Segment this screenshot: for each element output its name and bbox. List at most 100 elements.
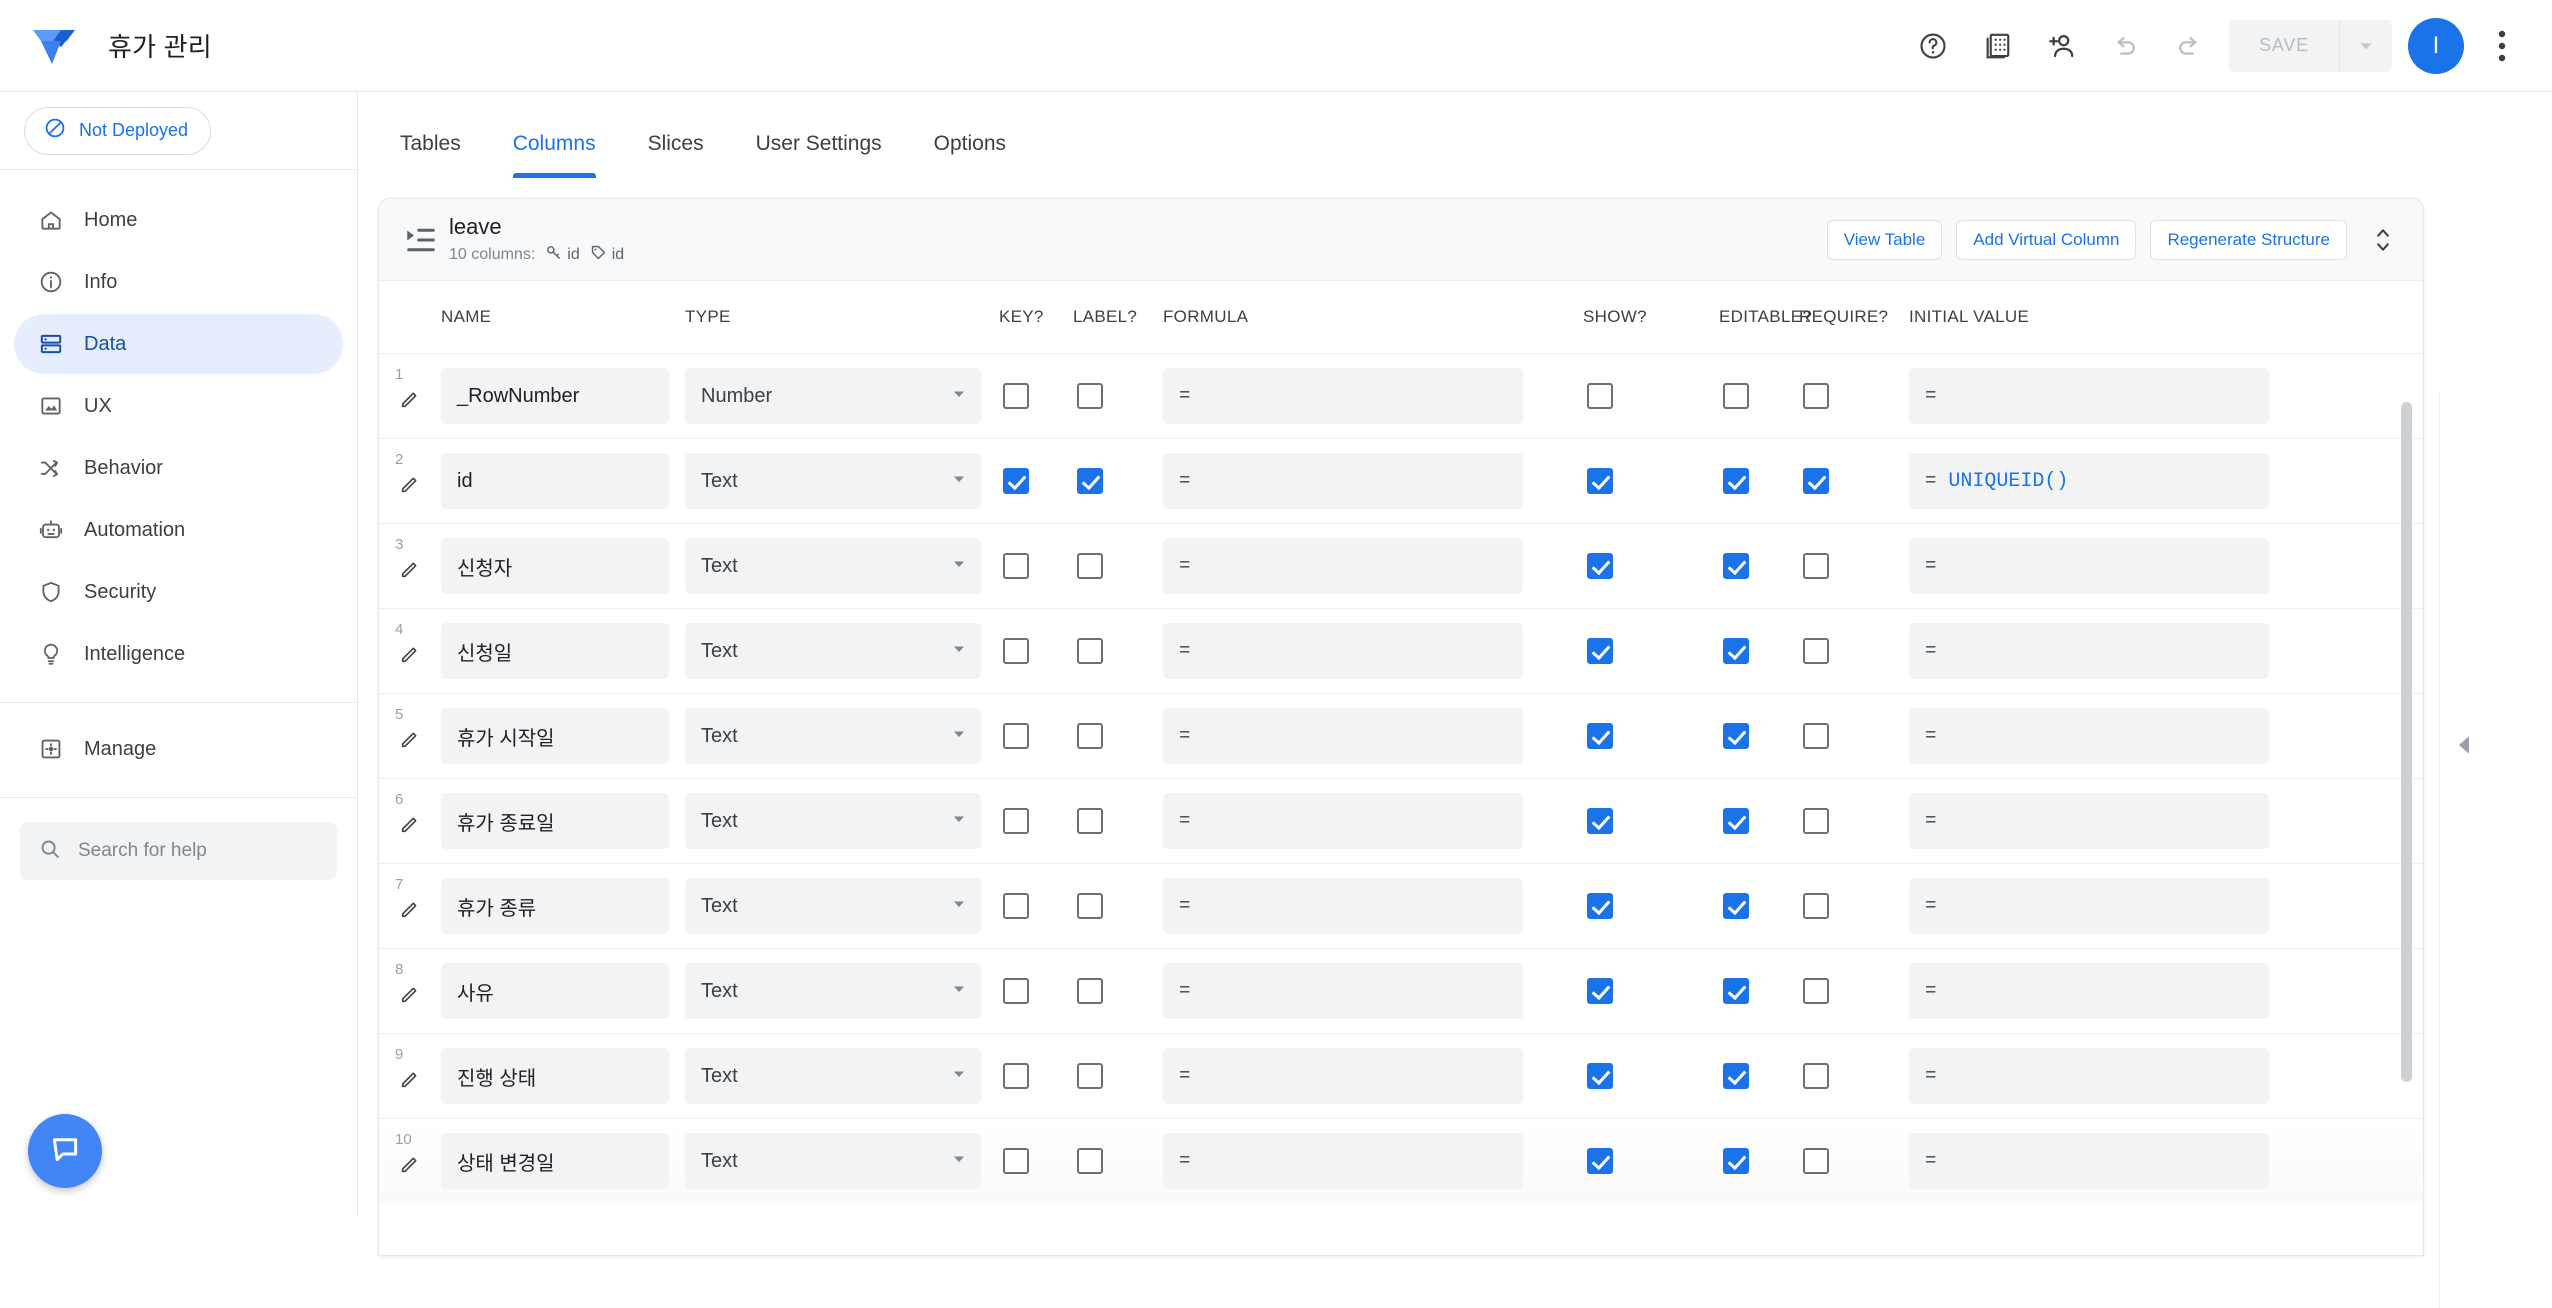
regenerate-structure-button[interactable]: Regenerate Structure — [2150, 219, 2347, 260]
tab-user-settings[interactable]: User Settings — [730, 132, 908, 178]
label-checkbox[interactable] — [1077, 1148, 1103, 1174]
key-checkbox[interactable] — [1003, 638, 1029, 664]
sidebar-item-info[interactable]: Info — [14, 252, 343, 312]
column-name-input[interactable]: 휴가 종료일 — [441, 793, 669, 849]
column-type-select[interactable]: Number — [685, 368, 981, 424]
column-type-select[interactable]: Text — [685, 538, 981, 594]
formula-input[interactable]: = — [1163, 368, 1523, 424]
formula-input[interactable]: = — [1163, 708, 1523, 764]
add-person-icon[interactable] — [2029, 14, 2093, 78]
require-checkbox[interactable] — [1803, 893, 1829, 919]
formula-input[interactable]: = — [1163, 623, 1523, 679]
require-checkbox[interactable] — [1803, 978, 1829, 1004]
tab-columns[interactable]: Columns — [487, 132, 622, 178]
formula-input[interactable]: = — [1163, 1048, 1523, 1104]
show-checkbox[interactable] — [1587, 553, 1613, 579]
edit-pencil-icon[interactable] — [399, 558, 421, 585]
undo-icon[interactable] — [2093, 14, 2157, 78]
key-checkbox[interactable] — [1003, 1063, 1029, 1089]
formula-input[interactable]: = — [1163, 453, 1523, 509]
key-checkbox[interactable] — [1003, 893, 1029, 919]
show-checkbox[interactable] — [1587, 1063, 1613, 1089]
save-button-group[interactable]: SAVE — [2229, 19, 2392, 72]
vertical-scrollbar[interactable] — [2401, 402, 2412, 1082]
editable-checkbox[interactable] — [1723, 1148, 1749, 1174]
initial-value-input[interactable]: = — [1909, 878, 2269, 934]
label-checkbox[interactable] — [1077, 808, 1103, 834]
sidebar-item-intelligence[interactable]: Intelligence — [14, 624, 343, 684]
key-checkbox[interactable] — [1003, 553, 1029, 579]
initial-value-input[interactable]: = — [1909, 708, 2269, 764]
initial-value-input[interactable]: = — [1909, 963, 2269, 1019]
label-checkbox[interactable] — [1077, 553, 1103, 579]
label-checkbox[interactable] — [1077, 383, 1103, 409]
formula-input[interactable]: = — [1163, 538, 1523, 594]
sidebar-item-home[interactable]: Home — [14, 190, 343, 250]
indent-list-icon[interactable] — [393, 227, 449, 253]
editable-checkbox[interactable] — [1723, 978, 1749, 1004]
appsheet-logo[interactable] — [0, 24, 108, 68]
edit-pencil-icon[interactable] — [399, 1153, 421, 1180]
require-checkbox[interactable] — [1803, 553, 1829, 579]
sidebar-item-automation[interactable]: Automation — [14, 500, 343, 560]
column-type-select[interactable]: Text — [685, 793, 981, 849]
data-source-icon[interactable] — [1965, 14, 2029, 78]
key-checkbox[interactable] — [1003, 808, 1029, 834]
show-checkbox[interactable] — [1587, 978, 1613, 1004]
label-checkbox[interactable] — [1077, 893, 1103, 919]
column-name-input[interactable]: 상태 변경일 — [441, 1133, 669, 1189]
edit-pencil-icon[interactable] — [399, 473, 421, 500]
column-name-input[interactable]: 휴가 시작일 — [441, 708, 669, 764]
column-name-input[interactable]: _RowNumber — [441, 368, 669, 424]
initial-value-input[interactable]: = — [1909, 538, 2269, 594]
show-checkbox[interactable] — [1587, 893, 1613, 919]
tab-slices[interactable]: Slices — [622, 132, 730, 178]
save-dropdown-chevron-down-icon[interactable] — [2340, 20, 2392, 72]
edit-pencil-icon[interactable] — [399, 898, 421, 925]
search-input[interactable] — [76, 839, 319, 863]
show-checkbox[interactable] — [1587, 383, 1613, 409]
column-name-input[interactable]: 진행 상태 — [441, 1048, 669, 1104]
edit-pencil-icon[interactable] — [399, 813, 421, 840]
collapse-panel-chevron-left-icon[interactable] — [2452, 732, 2476, 758]
initial-value-input[interactable]: = — [1909, 793, 2269, 849]
editable-checkbox[interactable] — [1723, 1063, 1749, 1089]
add-virtual-column-button[interactable]: Add Virtual Column — [1956, 219, 2137, 260]
column-type-select[interactable]: Text — [685, 708, 981, 764]
label-checkbox[interactable] — [1077, 1063, 1103, 1089]
sidebar-item-ux[interactable]: UX — [14, 376, 343, 436]
help-icon[interactable] — [1901, 14, 1965, 78]
edit-pencil-icon[interactable] — [399, 983, 421, 1010]
formula-input[interactable]: = — [1163, 963, 1523, 1019]
more-options-kebab-icon[interactable] — [2476, 16, 2528, 76]
edit-pencil-icon[interactable] — [399, 643, 421, 670]
require-checkbox[interactable] — [1803, 723, 1829, 749]
key-checkbox[interactable] — [1003, 1148, 1029, 1174]
formula-input[interactable]: = — [1163, 793, 1523, 849]
chat-support-button[interactable] — [28, 1114, 102, 1188]
label-checkbox[interactable] — [1077, 468, 1103, 494]
column-type-select[interactable]: Text — [685, 453, 981, 509]
save-button[interactable]: SAVE — [2229, 20, 2339, 72]
avatar[interactable]: I — [2408, 17, 2464, 74]
require-checkbox[interactable] — [1803, 383, 1829, 409]
key-checkbox[interactable] — [1003, 468, 1029, 494]
sidebar-item-behavior[interactable]: Behavior — [14, 438, 343, 498]
require-checkbox[interactable] — [1803, 1063, 1829, 1089]
sidebar-item-manage[interactable]: Manage — [14, 719, 343, 779]
editable-checkbox[interactable] — [1723, 383, 1749, 409]
show-checkbox[interactable] — [1587, 638, 1613, 664]
column-type-select[interactable]: Text — [685, 1133, 981, 1189]
require-checkbox[interactable] — [1803, 1148, 1829, 1174]
label-checkbox[interactable] — [1077, 723, 1103, 749]
label-checkbox[interactable] — [1077, 638, 1103, 664]
tab-tables[interactable]: Tables — [374, 132, 487, 178]
edit-pencil-icon[interactable] — [399, 1068, 421, 1095]
initial-value-input[interactable]: = — [1909, 1133, 2269, 1189]
show-checkbox[interactable] — [1587, 468, 1613, 494]
column-type-select[interactable]: Text — [685, 963, 981, 1019]
help-search-box[interactable] — [20, 822, 337, 880]
redo-icon[interactable] — [2157, 14, 2221, 78]
show-checkbox[interactable] — [1587, 723, 1613, 749]
sidebar-item-data[interactable]: Data — [14, 314, 343, 374]
